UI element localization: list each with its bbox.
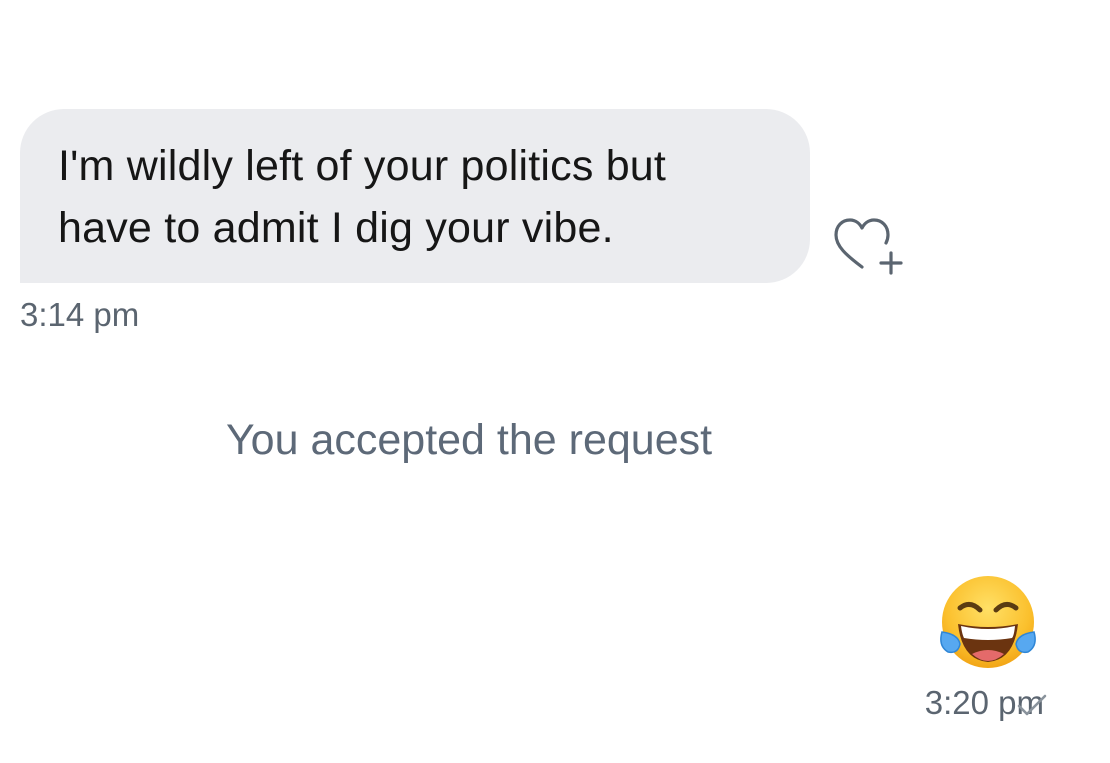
heart-plus-icon[interactable]	[832, 215, 904, 275]
message-text-line-2: have to admit I dig your vibe.	[58, 204, 614, 252]
message-thread: I'm wildly left of your politics but hav…	[0, 0, 1110, 763]
checkmark-icon	[1017, 694, 1047, 716]
system-notice: You accepted the request	[225, 416, 713, 464]
tears-of-joy-emoji-icon[interactable]	[934, 572, 1042, 672]
incoming-message-bubble[interactable]: I'm wildly left of your politics but hav…	[20, 109, 810, 283]
incoming-message-time: 3:14 pm	[20, 296, 140, 333]
message-text-line-1: I'm wildly left of your politics but	[58, 142, 667, 190]
